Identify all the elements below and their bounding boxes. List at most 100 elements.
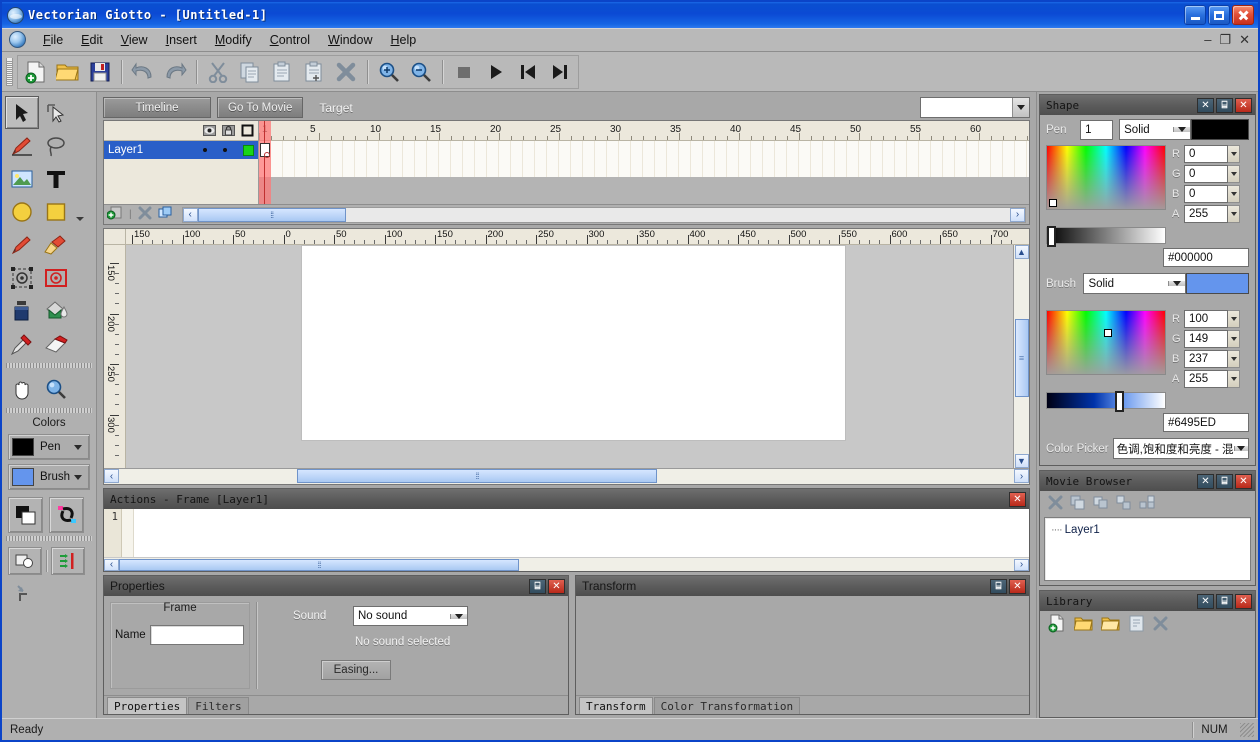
snap-align-icon[interactable]: [8, 581, 42, 605]
rectangle-tool-dropdown-icon[interactable]: [76, 217, 84, 221]
menu-window[interactable]: Window: [319, 30, 381, 50]
image-tool[interactable]: [5, 162, 39, 195]
canvas-horizontal-scrollbar[interactable]: ‹ ⁞⁞ ›: [104, 468, 1029, 484]
pen-brightness-slider[interactable]: [1046, 227, 1166, 244]
mb-group-icon[interactable]: [1116, 495, 1132, 513]
pen-style-select[interactable]: Solid: [1119, 119, 1191, 140]
pen-color-dropdown-icon[interactable]: [74, 445, 82, 450]
actions-code-editor[interactable]: [134, 509, 1029, 557]
actions-scroll-right-icon[interactable]: ›: [1014, 559, 1029, 571]
save-disk-icon[interactable]: [84, 57, 116, 87]
shape-pin-button[interactable]: ⌸: [1216, 98, 1233, 113]
add-layer-icon[interactable]: [107, 206, 123, 223]
brush-b-spinner[interactable]: [1228, 350, 1240, 368]
library-close-button[interactable]: ✕: [1235, 594, 1252, 609]
paste-icon[interactable]: [266, 57, 298, 87]
gradient-transform-tool[interactable]: [39, 261, 73, 294]
delete-cross-icon[interactable]: [330, 57, 362, 87]
lock-icon[interactable]: [222, 124, 235, 137]
mb-copy-shape-icon[interactable]: [1093, 495, 1109, 513]
lib-new-item-icon[interactable]: [1048, 614, 1066, 636]
paste-special-icon[interactable]: [298, 57, 330, 87]
free-transform-tool[interactable]: [5, 261, 39, 294]
scroll-left-icon[interactable]: ‹: [183, 208, 198, 222]
tab-color-transformation[interactable]: Color Transformation: [654, 697, 800, 714]
vscroll-track[interactable]: ≡: [1015, 259, 1029, 454]
paint-bucket-tool[interactable]: [39, 294, 73, 327]
delete-layer-icon[interactable]: [138, 206, 152, 223]
scroll-right-icon[interactable]: ›: [1010, 208, 1025, 222]
tab-properties[interactable]: Properties: [107, 697, 187, 714]
canvas-scroll-left-icon[interactable]: ‹: [104, 469, 119, 483]
shape-collapse-button[interactable]: ✕: [1197, 98, 1214, 113]
brush-tool[interactable]: [39, 228, 73, 261]
toolbar-grip[interactable]: [6, 58, 13, 86]
redo-arrow-icon[interactable]: [159, 57, 191, 87]
keyframe-marker[interactable]: [260, 143, 270, 157]
pen-a-spinner[interactable]: [1228, 205, 1240, 223]
lib-delete-cross-icon[interactable]: [1153, 616, 1168, 634]
pen-color-selector[interactable]: Pen: [8, 434, 90, 460]
canvas-vertical-scrollbar[interactable]: ▲ ≡ ▼: [1013, 245, 1029, 468]
layer-visibility-dot[interactable]: [203, 148, 207, 152]
easing-button[interactable]: Easing...: [321, 660, 391, 680]
snap-to-objects-button[interactable]: [8, 547, 42, 575]
default-colors-button[interactable]: [8, 497, 43, 533]
pen-b-spinner[interactable]: [1228, 185, 1240, 203]
movie-browser-pin-button[interactable]: ⌸: [1216, 474, 1233, 489]
lasso-tool[interactable]: [39, 129, 73, 162]
actions-scroll-thumb[interactable]: ⁞⁞: [119, 559, 519, 571]
brush-g-spinner[interactable]: [1228, 330, 1240, 348]
minimize-button[interactable]: [1184, 5, 1206, 25]
layer-lock-dot[interactable]: [223, 148, 227, 152]
outline-square-icon[interactable]: [241, 124, 254, 137]
brush-a-spinner[interactable]: [1228, 370, 1240, 388]
menu-control[interactable]: Control: [261, 30, 319, 50]
line-pencil-tool[interactable]: [5, 129, 39, 162]
eraser-tool[interactable]: [39, 327, 73, 360]
stage-area[interactable]: [126, 245, 1013, 468]
pen-style-chevron-down-icon[interactable]: [1173, 127, 1190, 132]
movie-browser-close-button[interactable]: ✕: [1235, 474, 1252, 489]
rectangle-tool[interactable]: [39, 195, 73, 228]
close-button[interactable]: [1232, 5, 1254, 25]
vscroll-thumb[interactable]: ≡: [1015, 319, 1029, 397]
sound-select[interactable]: No sound: [353, 606, 468, 626]
brush-style-select[interactable]: Solid: [1083, 273, 1185, 294]
lib-properties-icon[interactable]: [1128, 615, 1145, 635]
pen-width-input[interactable]: 1: [1080, 120, 1113, 140]
brush-r-input[interactable]: 100: [1184, 310, 1228, 328]
stop-icon[interactable]: [448, 57, 480, 87]
tab-timeline[interactable]: Timeline: [103, 97, 211, 118]
library-pin-button[interactable]: ⌸: [1216, 594, 1233, 609]
mb-arrange-icon[interactable]: [1139, 495, 1156, 513]
playhead[interactable]: [259, 121, 271, 204]
mb-duplicate-icon[interactable]: [1070, 495, 1086, 513]
brush-b-input[interactable]: 237: [1184, 350, 1228, 368]
tab-transform[interactable]: Transform: [579, 697, 653, 714]
brush-color-selector[interactable]: Brush: [8, 464, 90, 490]
layer-outline-color-swatch[interactable]: [243, 145, 254, 156]
text-tool[interactable]: [39, 162, 73, 195]
pen-r-spinner[interactable]: [1228, 145, 1240, 163]
mdi-close-button[interactable]: ✕: [1239, 32, 1250, 48]
shape-close-button[interactable]: ✕: [1235, 98, 1252, 113]
transform-close-button[interactable]: ✕: [1009, 579, 1026, 594]
open-folder-icon[interactable]: [52, 57, 84, 87]
zoom-out-icon[interactable]: [405, 57, 437, 87]
ellipse-tool[interactable]: [5, 195, 39, 228]
brush-color-picker[interactable]: [1046, 310, 1166, 375]
undo-arrow-icon[interactable]: [127, 57, 159, 87]
pen-tool[interactable]: [5, 228, 39, 261]
menu-file[interactable]: File: [34, 30, 72, 50]
lib-open-folder-alt-icon[interactable]: [1101, 615, 1120, 635]
eye-visibility-icon[interactable]: [203, 124, 216, 137]
pen-g-spinner[interactable]: [1228, 165, 1240, 183]
brush-brightness-slider[interactable]: [1046, 392, 1166, 409]
ink-bottle-tool[interactable]: [5, 294, 39, 327]
actions-scroll-left-icon[interactable]: ‹: [104, 559, 119, 571]
brush-a-input[interactable]: 255: [1184, 370, 1228, 388]
brush-color-swatch[interactable]: [12, 468, 34, 486]
menu-insert[interactable]: Insert: [157, 30, 206, 50]
tab-filters[interactable]: Filters: [188, 697, 248, 714]
